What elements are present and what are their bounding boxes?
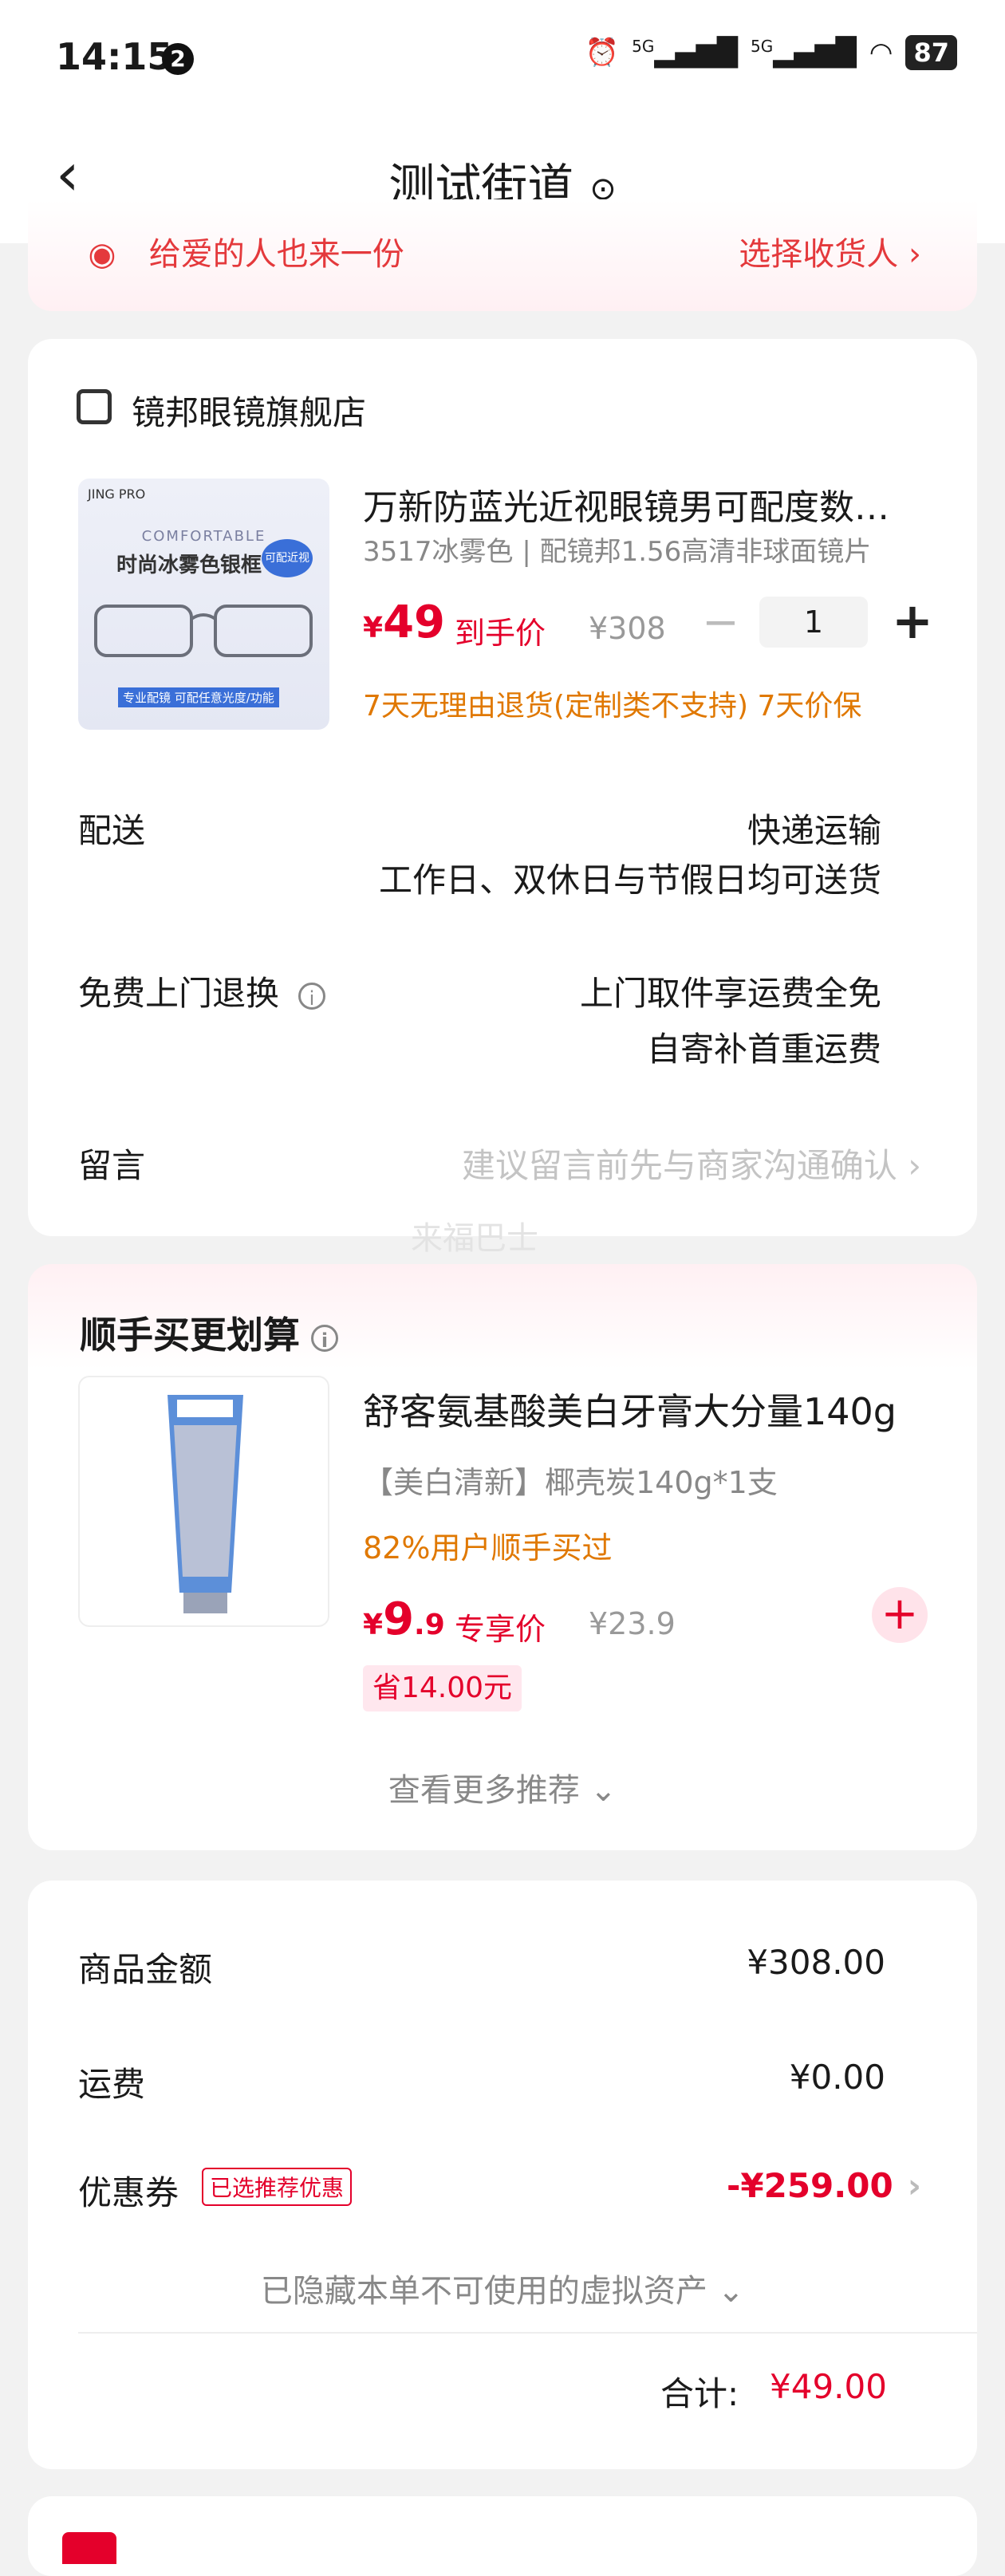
store-name[interactable]: 镜邦眼镜旗舰店 (132, 386, 366, 435)
product-price-label: 到手价 (455, 616, 546, 651)
location-heart-icon: ◉ (88, 236, 116, 273)
delivery-method[interactable]: 快递运输 (747, 804, 881, 853)
coupon-label: 优惠券 (78, 2173, 179, 2212)
price-decimal: .9 (414, 1609, 445, 1641)
price-value: 49 (383, 597, 445, 648)
product-image-brand: JING PRO (88, 486, 146, 502)
recommend-title: 顺手买更划算 i (80, 1306, 338, 1359)
store-order-card (28, 339, 977, 1236)
message-input[interactable]: 建议留言前先与商家沟通确认 › (462, 1139, 921, 1188)
recommend-social-proof: 82%用户顺手买过 (363, 1530, 613, 1566)
info-icon[interactable]: i (311, 1324, 338, 1352)
glasses-icon (94, 605, 313, 657)
product-image-caption: 时尚冰雾色银框 (116, 553, 262, 577)
battery-indicator: 87 (905, 35, 957, 70)
select-recipient-link[interactable]: 选择收货人 › (739, 228, 921, 274)
signal-icon: 5G▂▄▆█ (750, 37, 857, 69)
status-time: 14:15 (56, 35, 173, 78)
free-return-line1: 上门取件享运费全免 (579, 974, 881, 1013)
coupon-row-value[interactable]: -¥259.00 › (727, 2166, 921, 2205)
recommend-original-price: ¥23.9 (589, 1606, 676, 1641)
goods-amount-value: ¥308.00 (747, 1943, 885, 1982)
quantity-decrease-button[interactable]: − (702, 597, 739, 648)
goods-amount-label: 商品金额 (78, 1950, 213, 1989)
currency-symbol: ¥ (363, 612, 384, 644)
signal-icon: 5G▂▄▆█ (632, 37, 738, 69)
view-more-recommendations[interactable]: 查看更多推荐 ⌄ (0, 1764, 1005, 1810)
product-image-tag: 可配近视 (262, 539, 313, 577)
recommend-product-image[interactable] (78, 1376, 329, 1627)
quantity-input[interactable]: 1 (759, 597, 868, 648)
payment-icon (62, 2532, 116, 2564)
recommend-title-text: 顺手买更划算 (80, 1314, 300, 1357)
message-label: 留言 (78, 1146, 146, 1185)
shipping-value: ¥0.00 (789, 2058, 885, 2097)
currency-symbol: ¥ (363, 1609, 384, 1641)
return-policy: 7天无理由退货(定制类不支持) 7天价保 (363, 690, 862, 723)
product-original-price: ¥308 (589, 611, 666, 646)
store-icon (77, 389, 112, 424)
add-to-order-button[interactable]: + (872, 1587, 928, 1643)
info-icon[interactable]: i (298, 982, 326, 1010)
shipping-label: 运费 (78, 2065, 146, 2104)
product-title[interactable]: 万新防蓝光近视眼镜男可配度数镜框 (363, 479, 921, 530)
free-return-label: 免费上门退换 (78, 974, 280, 1013)
coupon-value: -¥259.00 (726, 2166, 893, 2205)
total-label: 合计: (660, 2374, 739, 2413)
divider (78, 2332, 977, 2334)
wifi-icon: ◠ (869, 37, 893, 69)
notification-count-badge: 2 (162, 43, 194, 75)
product-spec[interactable]: 3517冰雾色 | 配镜邦1.56高清非球面镜片 (363, 530, 871, 569)
free-return-line2: 自寄补首重运费 (646, 1030, 881, 1069)
delivery-label: 配送 (78, 811, 146, 850)
total-value: ¥49.00 (770, 2367, 887, 2406)
watermark-text: 来福巴士 (411, 1220, 538, 1257)
toothpaste-icon (168, 1395, 243, 1613)
delivery-schedule[interactable]: 工作日、双休日与节假日均可送货 (379, 853, 881, 902)
product-price: ¥49 (363, 597, 445, 648)
product-image-bottom: 专业配镜 可配任意光度/功能 (118, 687, 279, 707)
chevron-right-icon: › (907, 2166, 921, 2205)
alarm-icon: ⏰ (585, 37, 620, 69)
gift-text: ◉ 给爱的人也来一份 (80, 228, 404, 274)
recommend-price-label: 专享价 (455, 1612, 546, 1647)
hidden-virtual-assets-toggle[interactable]: 已隐藏本单不可使用的虚拟资产 ⌄ (0, 2265, 1005, 2311)
gift-label: 给爱的人也来一份 (148, 236, 404, 273)
savings-badge: 省14.00元 (363, 1665, 522, 1711)
recommend-price: ¥9.9 (363, 1593, 445, 1645)
quantity-increase-button[interactable]: + (892, 592, 933, 650)
recommend-product-name[interactable]: 舒客氨基酸美白牙膏大分量140g (363, 1383, 897, 1436)
recommend-product-spec: 【美白清新】椰壳炭140g*1支 (363, 1465, 778, 1500)
status-icons: ⏰ 5G▂▄▆█ 5G▂▄▆█ ◠ 87 (585, 35, 957, 70)
coupon-tag: 已选推荐优惠 (202, 2168, 353, 2206)
next-section-card (28, 2496, 977, 2576)
free-return-row: 免费上门退换 i (78, 967, 326, 1015)
product-image[interactable]: JING PRO COMFORTABLE 时尚冰雾色银框 可配近视 专业配镜 可… (78, 479, 329, 730)
price-int: 9 (383, 1593, 415, 1645)
